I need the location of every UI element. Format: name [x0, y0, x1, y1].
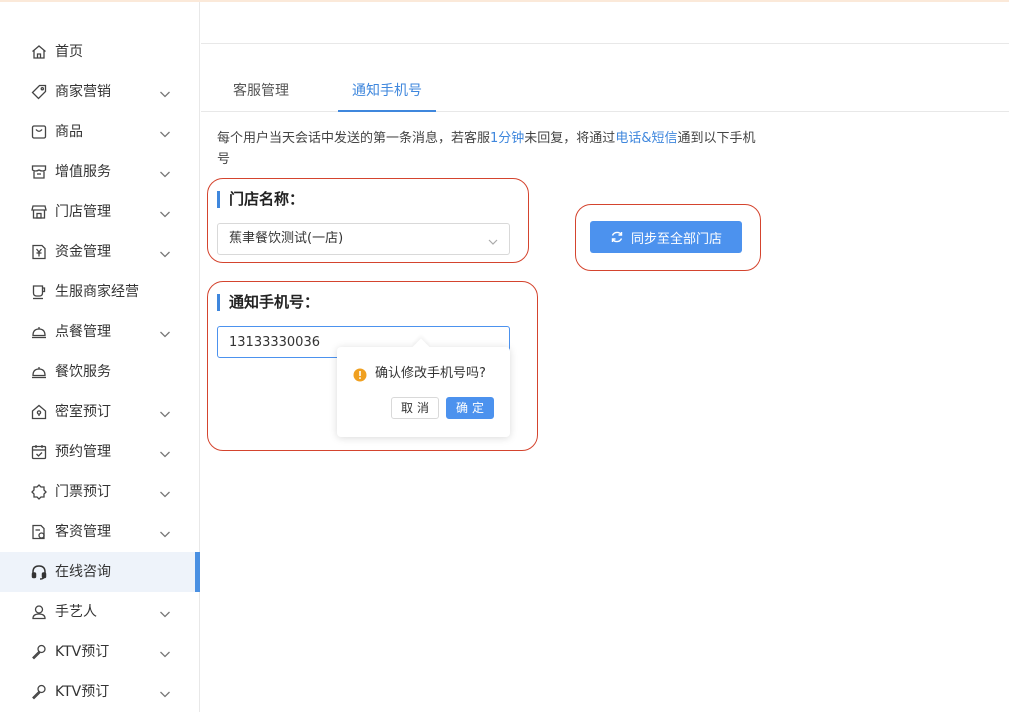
- desc-text: 每个用户当天会话中发送的第一条消息，若客服: [217, 131, 491, 146]
- store-select-value: 蕉聿餐饮测试(一店): [229, 231, 344, 246]
- sidebar-item-label: 首页: [55, 44, 83, 60]
- sidebar-item-ktv-1[interactable]: KTV预订: [0, 632, 200, 672]
- sidebar-item-label: 密室预订: [55, 404, 111, 420]
- desc-highlight-channel: 电话&短信: [615, 131, 678, 146]
- yen-icon: [30, 243, 48, 261]
- chevron-down-icon: [158, 486, 172, 500]
- sidebar-item-label: 在线咨询: [55, 564, 111, 580]
- confirm-button[interactable]: 确定: [446, 397, 494, 419]
- store-icon: [30, 163, 48, 181]
- document-icon: [30, 523, 48, 541]
- tab-bar: 客服管理 通知手机号: [201, 72, 1009, 112]
- sidebar-item-label: 门店管理: [55, 204, 111, 220]
- calendar-icon: [30, 443, 48, 461]
- chevron-down-icon: [158, 326, 172, 340]
- confirm-message: 确认修改手机号吗?: [375, 366, 486, 381]
- sidebar-item-label: KTV预订: [55, 684, 110, 700]
- sidebar: 首页 商家营销 商品 增值服务 门店管理 资金管理 生服商家经营 点餐管理 餐饮…: [0, 2, 200, 712]
- shop-icon: [30, 203, 48, 221]
- cup-icon: [30, 283, 48, 301]
- sidebar-item-escape-room[interactable]: 密室预订: [0, 392, 200, 432]
- microphone-icon: [30, 643, 48, 661]
- sidebar-item-appointments[interactable]: 预约管理: [0, 432, 200, 472]
- sidebar-item-label: 点餐管理: [55, 324, 111, 340]
- cloche-icon: [30, 323, 48, 341]
- store-name-label: 门店名称：: [217, 191, 304, 208]
- chevron-down-icon: [158, 206, 172, 220]
- user-icon: [30, 603, 48, 621]
- sidebar-item-tickets[interactable]: 门票预订: [0, 472, 200, 512]
- sidebar-item-leads[interactable]: 客资管理: [0, 512, 200, 552]
- tab-notify-phone[interactable]: 通知手机号: [338, 72, 436, 112]
- sidebar-item-local-services[interactable]: 生服商家经营: [0, 272, 200, 312]
- chevron-down-icon: [158, 446, 172, 460]
- microphone-icon: [30, 683, 48, 701]
- cancel-button[interactable]: 取消: [391, 397, 439, 419]
- sidebar-item-label: 客资管理: [55, 524, 111, 540]
- sidebar-item-online-consult[interactable]: 在线咨询: [0, 552, 200, 592]
- chevron-down-icon: [158, 166, 172, 180]
- sync-button-label: 同步至全部门店: [630, 231, 722, 247]
- tag-icon: [30, 83, 48, 101]
- sidebar-item-store-management[interactable]: 门店管理: [0, 192, 200, 232]
- sidebar-item-ktv-2[interactable]: KTV预订: [0, 672, 200, 712]
- sidebar-item-label: KTV预订: [55, 644, 110, 660]
- refresh-icon: [610, 230, 624, 244]
- confirm-popover: 确认修改手机号吗? 取消 确定: [337, 347, 510, 437]
- chevron-down-icon: [158, 126, 172, 140]
- sidebar-item-label: 预约管理: [55, 444, 111, 460]
- sidebar-item-label: 餐饮服务: [55, 364, 111, 380]
- notification-description: 每个用户当天会话中发送的第一条消息，若客服1分钟未回复，将通过电话&短信通到以下…: [217, 128, 757, 170]
- notify-phone-label: 通知手机号：: [217, 294, 319, 311]
- sidebar-item-label: 商家营销: [55, 84, 111, 100]
- sidebar-item-label: 门票预订: [55, 484, 111, 500]
- sidebar-item-label: 商品: [55, 124, 83, 140]
- sync-all-stores-button[interactable]: 同步至全部门店: [590, 221, 742, 253]
- home-icon: [30, 43, 48, 61]
- warning-icon: [353, 367, 367, 382]
- sidebar-item-funds[interactable]: 资金管理: [0, 232, 200, 272]
- sidebar-item-home[interactable]: 首页: [0, 32, 200, 72]
- chevron-down-icon: [158, 646, 172, 660]
- sidebar-item-catering[interactable]: 餐饮服务: [0, 352, 200, 392]
- desc-text: 未回复，将通过: [524, 131, 616, 146]
- sidebar-item-craftsman[interactable]: 手艺人: [0, 592, 200, 632]
- house-lock-icon: [30, 403, 48, 421]
- ticket-icon: [30, 483, 48, 501]
- sidebar-item-marketing[interactable]: 商家营销: [0, 72, 200, 112]
- headset-icon: [30, 563, 48, 581]
- sidebar-item-label: 手艺人: [55, 604, 97, 620]
- chevron-down-icon: [158, 686, 172, 700]
- sidebar-item-label: 生服商家经营: [55, 284, 139, 300]
- sidebar-item-label: 增值服务: [55, 164, 111, 180]
- chevron-down-icon: [158, 406, 172, 420]
- chevron-down-icon: [487, 233, 499, 245]
- sidebar-item-ordering[interactable]: 点餐管理: [0, 312, 200, 352]
- chevron-down-icon: [158, 526, 172, 540]
- main-header: [201, 2, 1009, 44]
- tab-customer-service[interactable]: 客服管理: [233, 72, 289, 112]
- chevron-down-icon: [158, 606, 172, 620]
- sidebar-item-goods[interactable]: 商品: [0, 112, 200, 152]
- chevron-down-icon: [158, 246, 172, 260]
- chevron-down-icon: [158, 86, 172, 100]
- sidebar-item-label: 资金管理: [55, 244, 111, 260]
- bag-icon: [30, 123, 48, 141]
- cloche-icon: [30, 363, 48, 381]
- store-select[interactable]: 蕉聿餐饮测试(一店): [217, 223, 510, 255]
- sidebar-item-value-added[interactable]: 增值服务: [0, 152, 200, 192]
- desc-highlight-time: 1分钟: [490, 131, 525, 146]
